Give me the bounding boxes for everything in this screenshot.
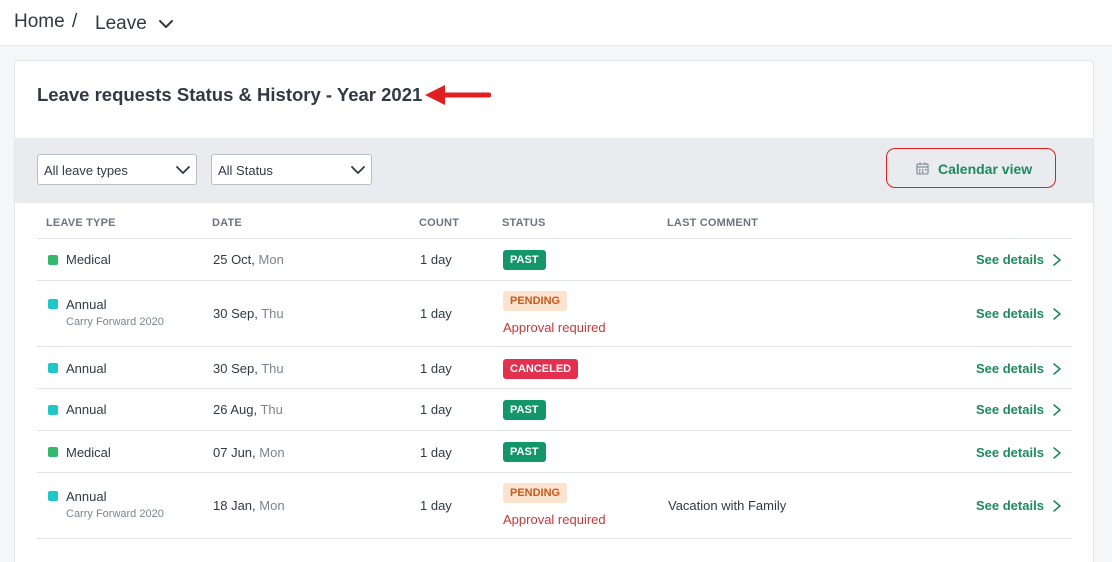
leave-count: 1 day <box>420 306 452 321</box>
see-details-link[interactable]: See details <box>976 402 1044 417</box>
leave-type-color-dot <box>48 255 58 265</box>
breadcrumb-home[interactable]: Home <box>14 11 65 33</box>
chevron-down-icon <box>176 166 190 174</box>
leave-type: Annual <box>66 361 107 376</box>
table-row: Annual 30 Sep, Thu 1 day CANCELED See de… <box>37 347 1072 389</box>
leave-date-text: 30 Sep, <box>213 306 262 321</box>
chevron-right-icon[interactable] <box>1051 446 1063 460</box>
leave-weekday: Thu <box>261 306 284 321</box>
status-badge: PAST <box>503 442 546 462</box>
leave-type-color-dot <box>48 299 58 309</box>
see-details-link[interactable]: See details <box>976 361 1044 376</box>
leave-subtype: Carry Forward 2020 <box>66 316 164 328</box>
breadcrumb-current-leave[interactable]: Leave <box>95 13 147 35</box>
leave-date: 30 Sep, Thu <box>213 361 284 376</box>
leave-date-text: 18 Jan, <box>213 498 260 513</box>
approval-note: Approval required <box>503 512 606 527</box>
table-row: Medical 25 Oct, Mon 1 day PAST See detai… <box>37 239 1072 281</box>
see-details-link[interactable]: See details <box>976 306 1044 321</box>
leave-date-text: 26 Aug, <box>213 402 261 417</box>
status-badge: PENDING <box>503 483 568 503</box>
leave-type: Annual <box>66 489 107 504</box>
leave-count: 1 day <box>420 498 452 513</box>
leave-type: Annual <box>66 297 107 312</box>
last-comment: Vacation with Family <box>668 498 787 513</box>
table-row: Annual Carry Forward 2020 18 Jan, Mon 1 … <box>37 473 1072 539</box>
see-details-link[interactable]: See details <box>976 498 1044 513</box>
chevron-right-icon[interactable] <box>1051 307 1063 321</box>
column-header-last-comment: LAST COMMENT <box>667 217 759 229</box>
leave-type-select[interactable]: All leave types <box>37 154 197 185</box>
leave-count: 1 day <box>420 361 452 376</box>
table-row: Annual 26 Aug, Thu 1 day PAST See detail… <box>37 389 1072 431</box>
leave-history-card: Leave requests Status & History - Year 2… <box>14 60 1094 562</box>
chevron-right-icon[interactable] <box>1051 253 1063 267</box>
leave-type-color-dot <box>48 363 58 373</box>
column-header-leave-type: LEAVE TYPE <box>46 217 116 229</box>
leave-type: Medical <box>66 445 111 460</box>
leave-weekday: Thu <box>261 361 284 376</box>
page-title: Leave requests Status & History - Year 2… <box>37 84 423 105</box>
see-details-link[interactable]: See details <box>976 445 1044 460</box>
leave-date: 26 Aug, Thu <box>213 402 283 417</box>
leave-count: 1 day <box>420 445 452 460</box>
status-badge: PAST <box>503 250 546 270</box>
leave-type: Medical <box>66 252 111 267</box>
leave-type-select-value: All leave types <box>44 163 128 178</box>
leave-date: 30 Sep, Thu <box>213 306 284 321</box>
leave-weekday: Thu <box>260 402 283 417</box>
chevron-down-icon <box>351 166 365 174</box>
top-bar: Home / Leave <box>0 0 1112 46</box>
column-header-status: STATUS <box>502 217 546 229</box>
leave-date: 18 Jan, Mon <box>213 498 285 513</box>
leave-weekday: Mon <box>258 252 284 267</box>
leave-weekday: Mon <box>259 498 285 513</box>
filter-bar: All leave types All Status Calendar view <box>15 138 1093 203</box>
leave-date-text: 25 Oct, <box>213 252 259 267</box>
chevron-right-icon[interactable] <box>1051 403 1063 417</box>
status-select[interactable]: All Status <box>211 154 372 185</box>
breadcrumb-separator: / <box>72 11 78 32</box>
leave-type: Annual <box>66 402 107 417</box>
calendar-view-label: Calendar view <box>938 161 1033 177</box>
leave-date-text: 30 Sep, <box>213 361 262 376</box>
leave-date-text: 07 Jun, <box>213 445 260 460</box>
table-row: Annual Carry Forward 2020 30 Sep, Thu 1 … <box>37 281 1072 347</box>
column-header-date: DATE <box>212 217 242 229</box>
leave-date: 07 Jun, Mon <box>213 445 285 460</box>
leave-count: 1 day <box>420 252 452 267</box>
leave-type-color-dot <box>48 491 58 501</box>
status-select-value: All Status <box>218 163 273 178</box>
leave-date: 25 Oct, Mon <box>213 252 284 267</box>
status-badge: PENDING <box>503 291 568 311</box>
calendar-view-button[interactable]: Calendar view <box>886 148 1056 188</box>
red-arrow-icon <box>425 85 491 105</box>
chevron-right-icon[interactable] <box>1051 362 1063 376</box>
leave-weekday: Mon <box>259 445 285 460</box>
table-row: Medical 07 Jun, Mon 1 day PAST See detai… <box>37 431 1072 473</box>
see-details-link[interactable]: See details <box>976 252 1044 267</box>
status-badge: PAST <box>503 400 546 420</box>
row-divider <box>37 538 1072 539</box>
status-badge: CANCELED <box>503 359 579 379</box>
leave-subtype: Carry Forward 2020 <box>66 508 164 520</box>
column-header-count: COUNT <box>419 217 460 229</box>
chevron-right-icon[interactable] <box>1051 499 1063 513</box>
approval-note: Approval required <box>503 320 606 335</box>
chevron-down-icon[interactable] <box>157 15 175 33</box>
leave-count: 1 day <box>420 402 452 417</box>
leave-type-color-dot <box>48 447 58 457</box>
leave-type-color-dot <box>48 405 58 415</box>
calendar-icon <box>916 162 929 175</box>
